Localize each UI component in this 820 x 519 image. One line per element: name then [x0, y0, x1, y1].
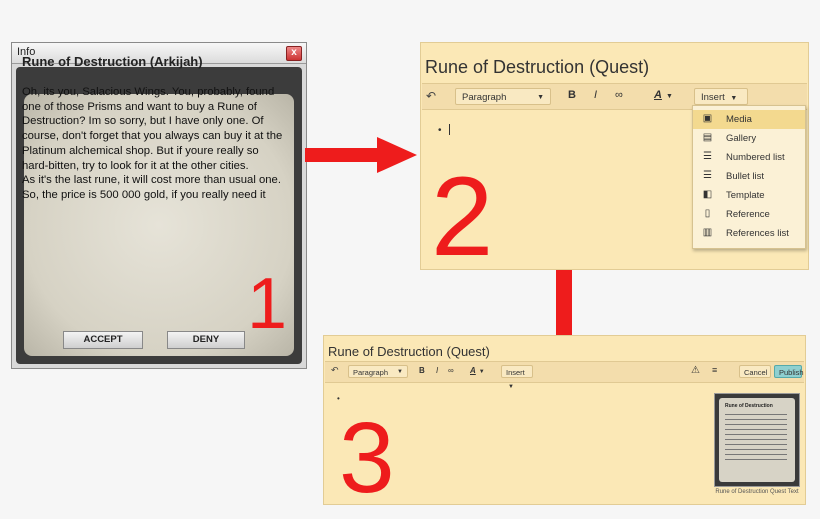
- bold-button[interactable]: B: [568, 89, 576, 101]
- chevron-down-icon: ▼: [508, 384, 514, 390]
- inserted-image-thumbnail[interactable]: Rune of Destruction: [714, 393, 800, 487]
- menu-item-label: References list: [726, 228, 789, 239]
- template-icon: ◧: [702, 189, 713, 200]
- menu-item-reference[interactable]: ▯ Reference: [693, 205, 805, 224]
- link-icon[interactable]: ∞: [448, 366, 454, 375]
- accept-button[interactable]: ACCEPT: [63, 331, 143, 349]
- menu-item-gallery[interactable]: ▤ Gallery: [693, 129, 805, 148]
- right-arrow-icon: [305, 137, 417, 173]
- chevron-down-icon: ▼: [478, 369, 485, 375]
- close-icon[interactable]: x: [286, 46, 302, 61]
- dialog-heading: Rune of Destruction (Arkijah): [22, 54, 203, 69]
- menu-item-numbered-list[interactable]: ☰ Numbered list: [693, 148, 805, 167]
- thumbnail-text-line: [725, 424, 787, 425]
- undo-icon[interactable]: ↶: [426, 89, 436, 103]
- menu-item-label: Gallery: [726, 133, 757, 144]
- text-color-label: A: [470, 366, 476, 375]
- text-caret: [449, 124, 450, 135]
- chevron-down-icon: ▼: [397, 369, 403, 375]
- thumbnail-text-line: [725, 439, 787, 440]
- bold-button[interactable]: B: [419, 366, 425, 375]
- step-number-1: 1: [247, 264, 288, 344]
- chevron-down-icon: ▼: [537, 94, 544, 101]
- text-color-button[interactable]: A ▼: [654, 89, 673, 101]
- paragraph-label: Paragraph: [353, 368, 389, 377]
- insert-label: Insert: [701, 92, 725, 103]
- list-menu-icon[interactable]: ≡: [712, 365, 717, 375]
- references-list-icon: ▥: [702, 227, 713, 238]
- thumbnail-caption: Rune of Destruction Quest Text: [715, 489, 799, 495]
- bullet-list-icon: ☰: [703, 170, 712, 181]
- menu-item-references-list[interactable]: ▥ References list: [693, 224, 805, 243]
- menu-item-media[interactable]: ▣ Media: [693, 110, 805, 129]
- page-title: Rune of Destruction (Quest): [328, 344, 490, 359]
- gallery-icon: ▤: [702, 132, 713, 143]
- step-number-2: 2: [431, 154, 494, 279]
- thumbnail-text-line: [725, 419, 787, 420]
- deny-button[interactable]: DENY: [167, 331, 245, 349]
- menu-item-label: Numbered list: [726, 152, 785, 163]
- insert-dropdown[interactable]: Insert ▼: [501, 365, 533, 390]
- link-icon[interactable]: ∞: [615, 89, 623, 101]
- numbered-list-icon: ☰: [703, 151, 712, 162]
- menu-item-label: Template: [726, 190, 765, 201]
- menu-item-bullet-list[interactable]: ☰ Bullet list: [693, 167, 805, 186]
- page-title: Rune of Destruction (Quest): [425, 57, 650, 77]
- paragraph-dropdown[interactable]: Paragraph ▼: [455, 88, 551, 105]
- media-icon: ▣: [702, 113, 713, 124]
- reference-icon: ▯: [704, 208, 711, 219]
- editor-toolbar: ↶ Paragraph ▼ B I ∞ A ▼ Insert ▼ ⚠ ≡ Canc…: [325, 361, 804, 390]
- editor-panel-result: Rune of Destruction (Quest) ↶ Paragraph …: [323, 335, 806, 514]
- insert-dropdown[interactable]: Insert ▼: [694, 88, 748, 105]
- dialog-paragraph: As it's the last rune, it will cost more…: [22, 174, 281, 201]
- bullet-marker: •: [438, 125, 442, 136]
- thumbnail-text-line: [725, 454, 787, 455]
- menu-item-label: Bullet list: [726, 171, 765, 182]
- chevron-down-icon: ▼: [665, 93, 673, 100]
- thumbnail-text-line: [725, 459, 787, 460]
- thumbnail-text-line: [725, 414, 787, 415]
- cancel-button[interactable]: Cancel: [739, 365, 771, 378]
- thumbnail-text-line: [725, 444, 787, 445]
- editor-panel-insert-menu: Rune of Destruction (Quest) ↶ Paragraph …: [420, 42, 809, 279]
- chevron-down-icon: ▼: [730, 95, 738, 102]
- thumbnail-parchment: Rune of Destruction: [719, 398, 795, 482]
- thumbnail-heading: Rune of Destruction: [725, 403, 773, 409]
- menu-item-label: Reference: [726, 209, 770, 220]
- insert-menu: ▣ Media ▤ Gallery ☰ Numbered list ☰ Bullet list…: [692, 105, 806, 249]
- dialog-body-text: Oh, its you, Salacious Wings. You, proba…: [22, 85, 286, 203]
- undo-icon[interactable]: ↶: [331, 365, 339, 376]
- italic-button[interactable]: I: [594, 89, 597, 101]
- italic-button[interactable]: I: [436, 366, 438, 375]
- publish-button[interactable]: Publish: [774, 365, 804, 378]
- dialog-paragraph: Oh, its you, Salacious Wings. You, proba…: [22, 86, 283, 172]
- step-number-3: 3: [339, 402, 395, 514]
- thumbnail-text-line: [725, 434, 787, 435]
- text-color-label: A: [654, 89, 662, 101]
- thumbnail-text-line: [725, 449, 787, 450]
- warning-icon[interactable]: ⚠: [691, 365, 700, 376]
- menu-item-template[interactable]: ◧ Template: [693, 186, 805, 205]
- thumbnail-text-line: [725, 429, 787, 430]
- text-color-button[interactable]: A ▼: [470, 366, 485, 375]
- insert-label: Insert: [506, 368, 525, 377]
- paragraph-label: Paragraph: [462, 92, 507, 103]
- menu-item-label: Media: [726, 114, 752, 125]
- paragraph-dropdown[interactable]: Paragraph ▼: [348, 365, 408, 378]
